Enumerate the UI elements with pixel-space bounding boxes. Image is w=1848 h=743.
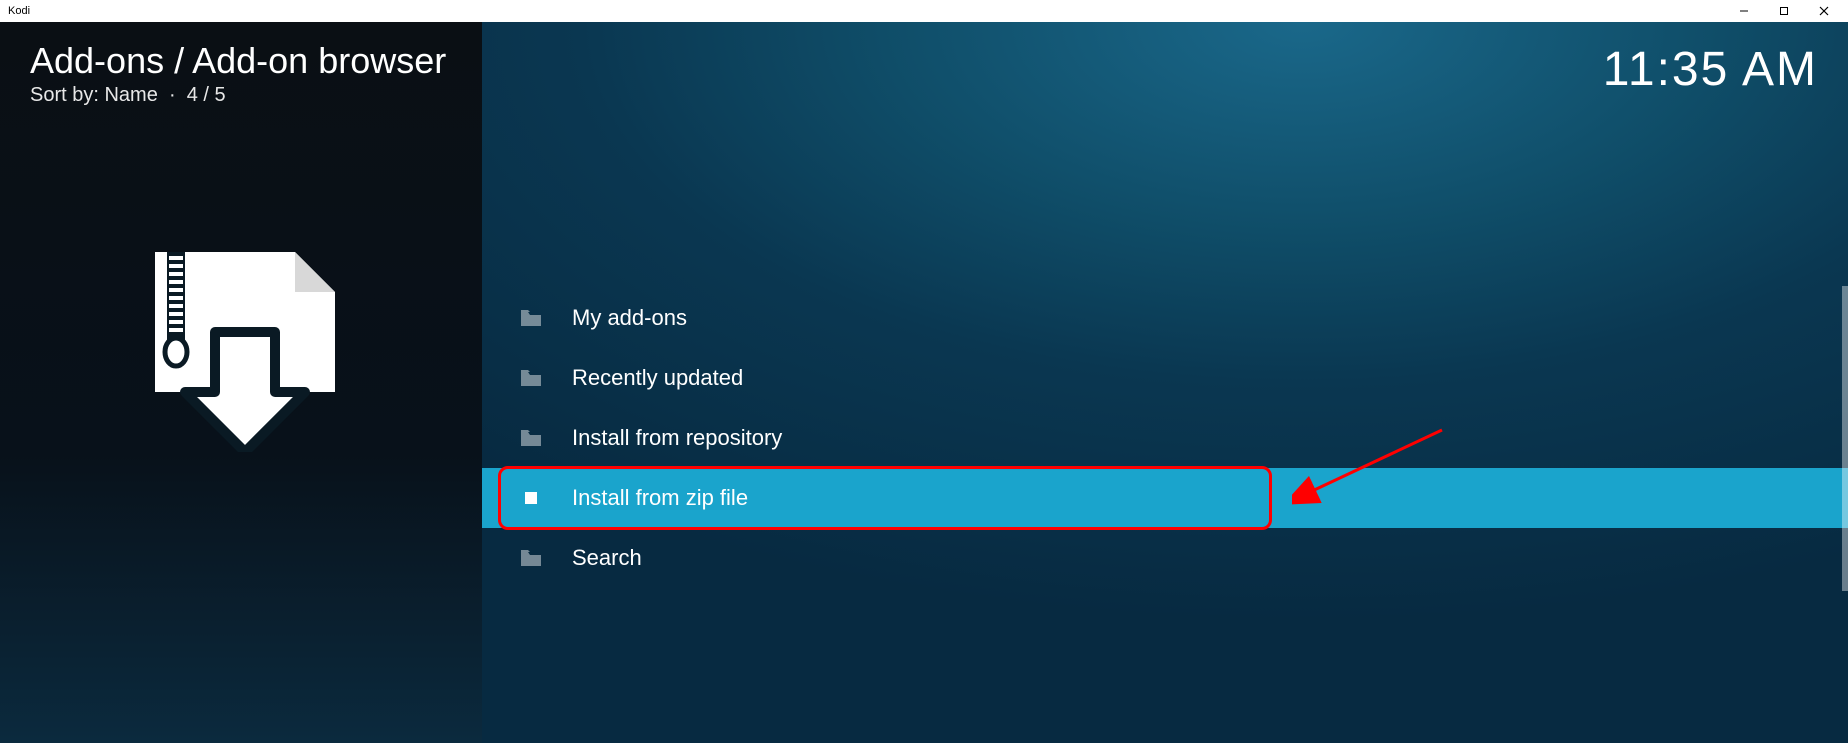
menu-item-label: Recently updated bbox=[572, 365, 743, 391]
position-indicator: 4 / 5 bbox=[187, 84, 226, 106]
folder-icon bbox=[520, 369, 542, 387]
scrollbar-thumb[interactable] bbox=[1842, 286, 1848, 591]
menu-item-my-addons[interactable]: My add-ons bbox=[482, 288, 1848, 348]
folder-icon bbox=[520, 549, 542, 567]
menu-item-install-repository[interactable]: Install from repository bbox=[482, 408, 1848, 468]
sidebar: Add-ons / Add-on browser Sort by: Name ·… bbox=[0, 22, 482, 743]
menu-item-search[interactable]: Search bbox=[482, 528, 1848, 588]
app-content: Add-ons / Add-on browser Sort by: Name ·… bbox=[0, 22, 1848, 743]
window-controls bbox=[1724, 1, 1844, 21]
window-title: Kodi bbox=[4, 5, 30, 17]
separator-dot: · bbox=[163, 84, 186, 106]
menu-item-install-zip[interactable]: Install from zip file bbox=[482, 468, 1848, 528]
main-panel: 11:35 AM My add-ons Recently updated Ins… bbox=[482, 22, 1848, 743]
zip-install-icon bbox=[145, 242, 345, 452]
breadcrumb: Add-ons / Add-on browser bbox=[0, 22, 482, 82]
menu-item-label: Install from repository bbox=[572, 425, 782, 451]
sort-info: Sort by: Name · 4 / 5 bbox=[0, 82, 482, 107]
close-button[interactable] bbox=[1804, 1, 1844, 21]
menu-list: My add-ons Recently updated Install from… bbox=[482, 288, 1848, 588]
sort-label: Sort by: Name bbox=[30, 84, 158, 106]
folder-icon bbox=[520, 429, 542, 447]
menu-item-recently-updated[interactable]: Recently updated bbox=[482, 348, 1848, 408]
maximize-button[interactable] bbox=[1764, 1, 1804, 21]
menu-item-label: Install from zip file bbox=[572, 485, 748, 511]
minimize-button[interactable] bbox=[1724, 1, 1764, 21]
menu-item-label: My add-ons bbox=[572, 305, 687, 331]
clock: 11:35 AM bbox=[1603, 42, 1818, 97]
file-icon bbox=[520, 489, 542, 507]
folder-icon bbox=[520, 309, 542, 327]
window-titlebar: Kodi bbox=[0, 0, 1848, 22]
menu-item-label: Search bbox=[572, 545, 642, 571]
